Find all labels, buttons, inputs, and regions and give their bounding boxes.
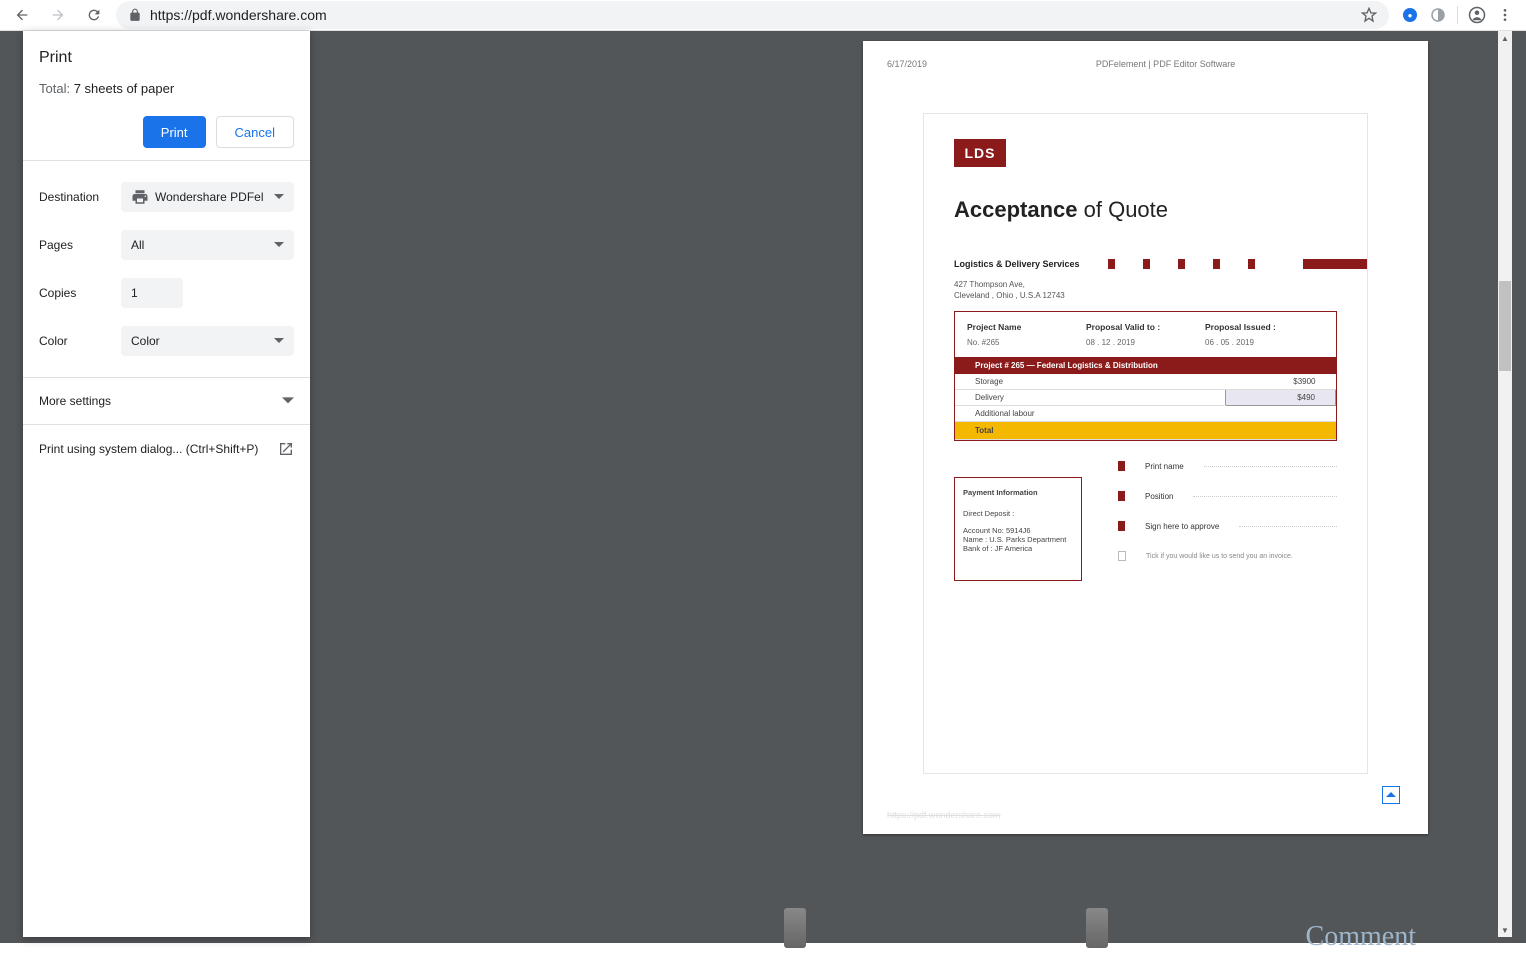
- pages-dropdown[interactable]: All: [121, 230, 294, 260]
- system-dialog-link[interactable]: Print using system dialog... (Ctrl+Shift…: [23, 425, 310, 473]
- content-area: Print Total: 7 sheets of paper Print Can…: [0, 31, 1526, 943]
- page-header-title: PDFelement | PDF Editor Software: [1096, 59, 1235, 69]
- printer-icon: [131, 188, 149, 206]
- chevron-down-icon: [274, 240, 284, 250]
- color-dropdown[interactable]: Color: [121, 326, 294, 356]
- footer-url: https://pdf.wondershare.com: [887, 810, 1001, 820]
- scroll-top-icon: [1382, 786, 1400, 804]
- quote-box: Project Name Proposal Valid to : Proposa…: [954, 311, 1337, 441]
- decor-square: [1248, 259, 1255, 269]
- destination-dropdown[interactable]: Wondershare PDFel: [121, 182, 294, 212]
- decor-square: [1178, 259, 1185, 269]
- lock-icon: [128, 8, 142, 22]
- open-external-icon: [278, 441, 294, 457]
- scroll-thumb[interactable]: [1499, 281, 1511, 371]
- star-icon[interactable]: [1361, 7, 1377, 23]
- company-logo: LDS: [954, 139, 1006, 167]
- table-total-row: Total: [955, 422, 1336, 440]
- document-title: Acceptance of Quote: [954, 197, 1337, 223]
- reload-button[interactable]: [80, 1, 108, 29]
- quote-table: Storage$3900 Delivery$490 Additional lab…: [955, 374, 1336, 440]
- color-label: Color: [39, 334, 121, 348]
- scroll-up-button[interactable]: ▲: [1498, 31, 1512, 45]
- more-settings-toggle[interactable]: More settings: [23, 378, 310, 425]
- decor-square: [1108, 259, 1115, 269]
- copies-input[interactable]: [121, 278, 183, 308]
- print-dialog: Print Total: 7 sheets of paper Print Can…: [23, 31, 310, 937]
- chevron-down-icon: [274, 336, 284, 346]
- extension-2-icon[interactable]: [1429, 6, 1447, 24]
- print-title: Print: [39, 49, 294, 67]
- menu-icon[interactable]: [1496, 6, 1514, 24]
- company-name: Logistics & Delivery Services: [954, 259, 1080, 269]
- back-button[interactable]: [8, 1, 36, 29]
- signature-section: Print name Position Sign here to approve…: [1118, 461, 1337, 581]
- chevron-down-icon: [282, 395, 294, 407]
- svg-text:●: ●: [1408, 11, 1413, 20]
- decor-square: [1213, 259, 1220, 269]
- profile-icon[interactable]: [1468, 6, 1486, 24]
- decor-bar: [1303, 259, 1367, 269]
- table-row: Delivery$490: [955, 390, 1336, 406]
- table-row: Additional labour: [955, 406, 1336, 422]
- print-preview: 6/17/2019 PDFelement | PDF Editor Softwa…: [310, 31, 1512, 937]
- destination-label: Destination: [39, 190, 121, 204]
- url-text: https://pdf.wondershare.com: [150, 7, 1353, 23]
- preview-page: 6/17/2019 PDFelement | PDF Editor Softwa…: [863, 41, 1428, 834]
- company-address: 427 Thompson Ave, Cleveland , Ohio , U.S…: [924, 279, 1367, 301]
- print-button[interactable]: Print: [143, 116, 206, 148]
- decor-square: [1143, 259, 1150, 269]
- copies-label: Copies: [39, 286, 121, 300]
- comment-text-peek: Comment: [1306, 921, 1416, 953]
- address-bar[interactable]: https://pdf.wondershare.com: [116, 1, 1389, 29]
- payment-info-box: Payment Information Direct Deposit : Acc…: [954, 477, 1082, 581]
- chevron-down-icon: [274, 192, 284, 202]
- document-body: LDS Acceptance of Quote Logistics & Deli…: [923, 113, 1368, 774]
- extension-icons: ●: [1397, 6, 1518, 24]
- project-bar: Project # 265 — Federal Logistics & Dist…: [955, 357, 1336, 374]
- table-row: Storage$3900: [955, 374, 1336, 390]
- toolbar-divider: [1457, 6, 1458, 24]
- pages-label: Pages: [39, 238, 121, 252]
- browser-toolbar: https://pdf.wondershare.com ●: [0, 0, 1526, 31]
- print-total: Total: 7 sheets of paper: [39, 81, 294, 96]
- extension-1-icon[interactable]: ●: [1401, 6, 1419, 24]
- page-date: 6/17/2019: [887, 59, 927, 69]
- cancel-button[interactable]: Cancel: [216, 116, 294, 148]
- vertical-scrollbar[interactable]: ▲ ▼: [1498, 31, 1512, 937]
- forward-button[interactable]: [44, 1, 72, 29]
